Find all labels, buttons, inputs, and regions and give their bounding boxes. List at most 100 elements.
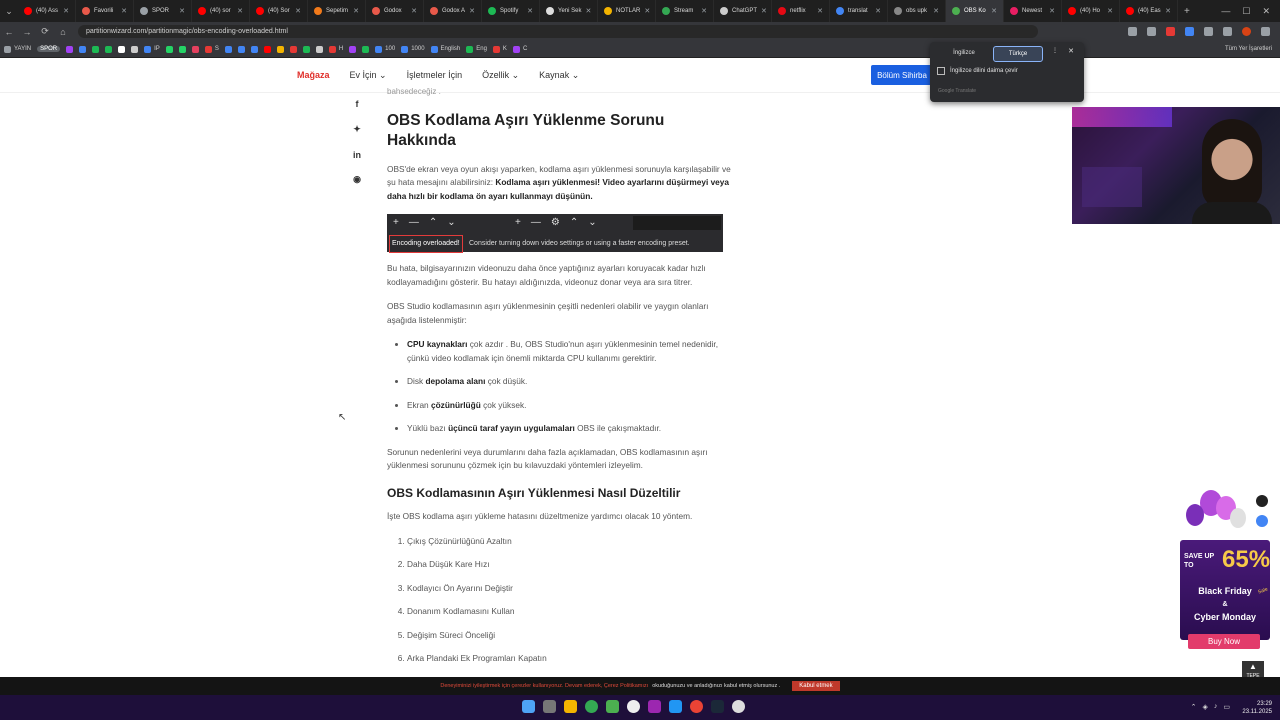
xbox-icon[interactable]	[585, 700, 598, 713]
close-tab-icon[interactable]: ✕	[179, 7, 185, 15]
browser-tab[interactable]: obs upk ✕	[888, 0, 946, 22]
close-tab-icon[interactable]: ✕	[237, 7, 243, 15]
bookmark-item[interactable]	[237, 45, 245, 53]
translate-source-lang[interactable]: İngilizce	[940, 46, 988, 60]
bookmark-item[interactable]: SPOR	[37, 46, 61, 52]
bookmark-item[interactable]: English	[430, 45, 460, 53]
browser-tab[interactable]: translat ✕	[830, 0, 888, 22]
close-tab-icon[interactable]: ✕	[469, 7, 475, 15]
close-tab-icon[interactable]: ✕	[63, 7, 69, 15]
bookmark-item[interactable]	[302, 45, 310, 53]
close-tab-icon[interactable]: ✕	[1165, 7, 1171, 15]
bookmark-item[interactable]	[92, 45, 100, 53]
cookie-policy-link[interactable]: Deneyiminizi iyileştirmek için çerezler …	[440, 683, 648, 689]
browser-tab[interactable]: (40) Ass ✕	[18, 0, 76, 22]
bookmark-item[interactable]	[105, 45, 113, 53]
close-tab-icon[interactable]: ✕	[644, 7, 650, 15]
close-icon[interactable]: ✕	[1068, 47, 1074, 55]
app-icon[interactable]	[669, 700, 682, 713]
bookmark-item[interactable]	[131, 45, 139, 53]
close-tab-icon[interactable]: ✕	[411, 7, 417, 15]
extension-icon[interactable]	[1256, 515, 1268, 527]
bookmark-item[interactable]	[250, 45, 258, 53]
close-tab-icon[interactable]: ✕	[817, 7, 823, 15]
bookmark-item[interactable]	[263, 45, 271, 53]
bookmark-item[interactable]: IP	[144, 45, 160, 53]
bookmark-item[interactable]	[362, 45, 370, 53]
bookmark-item[interactable]	[224, 45, 232, 53]
bookmark-item[interactable]	[178, 45, 186, 53]
bookmark-item[interactable]	[66, 45, 74, 53]
start-icon[interactable]	[522, 700, 535, 713]
close-tab-icon[interactable]: ✕	[585, 7, 591, 15]
extension-icon[interactable]	[1185, 27, 1194, 36]
browser-tab[interactable]: NOTLAR ✕	[598, 0, 656, 22]
url-field[interactable]: partitionwizard.com/partitionmagic/obs-e…	[78, 25, 1038, 38]
network-icon[interactable]: ◈	[1202, 703, 1207, 711]
browser-tab[interactable]: Godox A ✕	[424, 0, 482, 22]
tab-search-icon[interactable]: ⌄	[0, 6, 18, 17]
translate-icon[interactable]	[1128, 27, 1137, 36]
partition-wizard-button[interactable]: Bölüm Sihirba	[871, 65, 933, 85]
bookmark-item[interactable]: YAYIN	[4, 45, 31, 53]
browser-tab[interactable]: Newest ✕	[1004, 0, 1062, 22]
nav-store[interactable]: Mağaza	[297, 70, 330, 80]
extensions-puzzle-icon[interactable]	[1204, 27, 1213, 36]
bookmark-item[interactable]	[165, 45, 173, 53]
nav-business[interactable]: İşletmeler İçin	[407, 70, 463, 80]
close-tab-icon[interactable]: ✕	[761, 7, 767, 15]
browser-tab[interactable]: OBS Ko ✕	[946, 0, 1004, 22]
more-options-icon[interactable]: ⋮	[1052, 47, 1058, 54]
task-view-icon[interactable]	[543, 700, 556, 713]
menu-icon[interactable]	[1261, 27, 1270, 36]
accept-cookies-button[interactable]: Kabul etmek	[792, 681, 840, 691]
bookmark-item[interactable]: C	[512, 45, 527, 53]
browser-tab[interactable]: (40) Sor ✕	[250, 0, 308, 22]
obs-icon[interactable]	[627, 700, 640, 713]
bookmark-item[interactable]	[315, 45, 323, 53]
all-bookmarks[interactable]: Tüm Yer İşaretleri	[1225, 46, 1272, 52]
close-tab-icon[interactable]: ✕	[1049, 7, 1055, 15]
close-tab-icon[interactable]: ✕	[121, 7, 127, 15]
bookmark-item[interactable]	[79, 45, 87, 53]
bookmark-item[interactable]	[349, 45, 357, 53]
always-translate-checkbox[interactable]: İngilizce dilini daima çevir	[937, 67, 1018, 75]
volume-icon[interactable]: ♪	[1214, 703, 1218, 711]
new-tab-button[interactable]: +	[1184, 6, 1190, 17]
close-tab-icon[interactable]: ✕	[1107, 7, 1113, 15]
browser-tab[interactable]: (40) sor ✕	[192, 0, 250, 22]
profile-avatar[interactable]	[1242, 27, 1251, 36]
browser-tab[interactable]: Spotify ✕	[482, 0, 540, 22]
close-tab-icon[interactable]: ✕	[353, 7, 359, 15]
file-explorer-icon[interactable]	[564, 700, 577, 713]
linkedin-icon[interactable]: in	[350, 150, 364, 160]
clock[interactable]: 23:29 23.11.2025	[1242, 700, 1272, 716]
browser-tab[interactable]: (40) Eas ✕	[1120, 0, 1178, 22]
reload-icon[interactable]: ⟳	[36, 26, 54, 37]
close-tab-icon[interactable]: ✕	[701, 7, 707, 15]
bookmark-item[interactable]: S	[204, 45, 219, 53]
browser-tab[interactable]: (40) Ho ✕	[1062, 0, 1120, 22]
browser-tab[interactable]: SPOR ✕	[134, 0, 192, 22]
reddit-icon[interactable]: ◉	[350, 174, 364, 185]
chevron-up-icon[interactable]: ⌃	[1191, 703, 1197, 711]
close-window-icon[interactable]: ✕	[1262, 6, 1270, 17]
minimize-icon[interactable]: —	[1221, 6, 1230, 17]
translate-target-lang[interactable]: Türkçe	[993, 46, 1043, 62]
close-tab-icon[interactable]: ✕	[933, 7, 939, 15]
browser-tab[interactable]: Yeni Sek ✕	[540, 0, 598, 22]
extension-icon[interactable]	[1166, 27, 1175, 36]
browser-tab[interactable]: ChatGPT ✕	[714, 0, 772, 22]
bookmark-item[interactable]: K	[492, 45, 507, 53]
picture-in-picture-icon[interactable]	[1256, 495, 1268, 507]
downloads-icon[interactable]	[1223, 27, 1232, 36]
app-icon[interactable]	[648, 700, 661, 713]
chrome-icon[interactable]	[690, 700, 703, 713]
steam-icon[interactable]	[711, 700, 724, 713]
bookmark-item[interactable]: Eng	[466, 45, 487, 53]
nav-features[interactable]: Özellik ⌄	[482, 70, 519, 81]
bookmark-item[interactable]	[118, 45, 126, 53]
nav-home[interactable]: Ev İçin ⌄	[350, 70, 387, 81]
forward-icon[interactable]: →	[18, 27, 36, 37]
bookmark-item[interactable]: 100	[375, 45, 395, 53]
